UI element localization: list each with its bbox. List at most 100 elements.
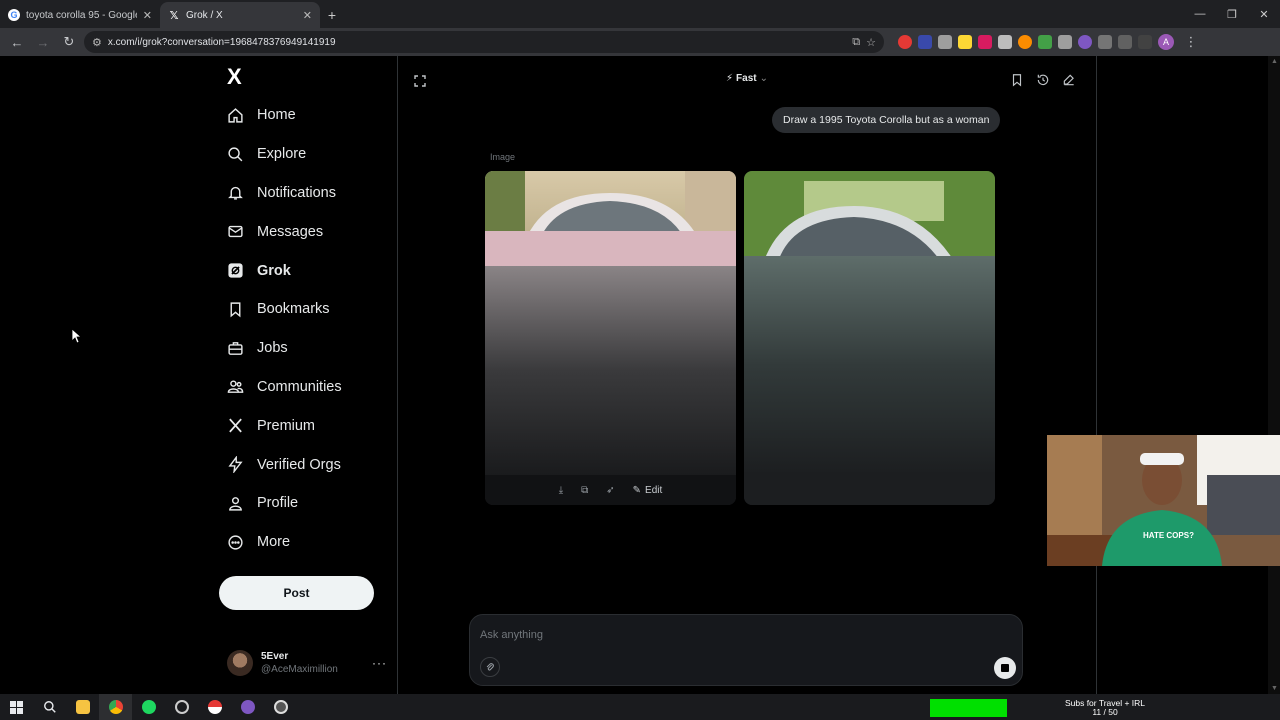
more-horizontal-icon[interactable]: ··· — [372, 656, 387, 670]
extension-icon[interactable] — [1058, 35, 1072, 49]
post-button[interactable]: Post — [219, 576, 374, 610]
sidebar-item-messages[interactable]: Messages — [215, 212, 397, 251]
menu-kebab-icon[interactable]: ⋮ — [1180, 31, 1202, 53]
extension-icon[interactable] — [958, 35, 972, 49]
restore-icon[interactable]: ❐ — [1216, 0, 1248, 28]
generated-image-card[interactable] — [744, 171, 995, 505]
x-logo-icon[interactable]: X — [227, 64, 242, 90]
sidebar-item-profile[interactable]: Profile — [215, 484, 397, 523]
edit-image-button[interactable]: ✎ Edit — [633, 485, 663, 496]
sidebar-item-label: Notifications — [257, 184, 336, 201]
scroll-down-icon[interactable]: ▼ — [1271, 685, 1278, 692]
new-chat-icon[interactable] — [1062, 73, 1076, 92]
extension-icon[interactable] — [898, 35, 912, 49]
sidebar-item-bookmarks[interactable]: Bookmarks — [215, 290, 397, 329]
model-label: Fast — [736, 73, 757, 84]
sidebar-item-more[interactable]: More — [215, 523, 397, 562]
sidebar-item-label: Messages — [257, 223, 324, 240]
tab-title: Grok / X — [186, 9, 223, 21]
sidebar-item-verified-orgs[interactable]: Verified Orgs — [215, 445, 397, 484]
extension-icon[interactable] — [1078, 35, 1092, 49]
browser-tab-bar: G toyota corolla 95 - Google Sea ✕ 𝕏 Gro… — [0, 0, 1280, 28]
avatar — [227, 650, 253, 676]
reload-icon[interactable]: ↻ — [58, 31, 80, 53]
close-icon[interactable]: ✕ — [143, 9, 152, 22]
extension-icon[interactable] — [998, 35, 1012, 49]
close-window-icon[interactable]: ✕ — [1248, 0, 1280, 28]
profile-avatar-icon[interactable]: A — [1158, 34, 1174, 50]
chrome-icon[interactable] — [99, 694, 132, 720]
generated-car-image — [744, 171, 995, 505]
history-icon[interactable] — [1036, 73, 1050, 92]
extension-icon[interactable] — [1098, 35, 1112, 49]
tab-google-search[interactable]: G toyota corolla 95 - Google Sea ✕ — [0, 2, 160, 28]
sidebar-item-label: Explore — [257, 146, 307, 163]
more-circle-icon — [227, 534, 244, 551]
lightning-icon — [227, 456, 244, 474]
window-controls: — ❐ ✕ — [1184, 0, 1280, 28]
expand-icon[interactable] — [414, 74, 426, 92]
file-explorer-icon[interactable] — [66, 694, 99, 720]
sidebar-item-explore[interactable]: Explore — [215, 135, 397, 174]
sidebar-item-notifications[interactable]: Notifications — [215, 174, 397, 213]
discord-icon[interactable] — [231, 694, 264, 720]
sidebar-item-jobs[interactable]: Jobs — [215, 329, 397, 368]
download-icon[interactable]: ⤓ — [559, 485, 563, 496]
copy-icon[interactable]: ⧉ — [581, 485, 588, 496]
sidebar-item-home[interactable]: Home — [215, 96, 397, 135]
share-icon[interactable]: ➶ — [606, 485, 614, 496]
url-text: x.com/i/grok?conversation=19684783769491… — [107, 36, 336, 48]
windows-start-icon[interactable] — [0, 694, 33, 720]
sidebar-item-label: Profile — [257, 495, 299, 512]
grok-icon — [227, 262, 244, 279]
home-icon — [227, 107, 244, 124]
extension-icon[interactable] — [1018, 35, 1032, 49]
bell-icon — [227, 184, 244, 201]
extension-icon[interactable] — [1038, 35, 1052, 49]
ask-input[interactable] — [480, 625, 980, 645]
edit-label: Edit — [645, 484, 663, 496]
new-tab-button[interactable]: + — [320, 2, 344, 28]
puzzle-icon[interactable] — [1118, 35, 1132, 49]
image-label: Image — [490, 152, 516, 162]
account-switcher[interactable]: 5Ever @AceMaximillion ··· — [227, 648, 387, 678]
extension-icon[interactable] — [978, 35, 992, 49]
site-info-icon[interactable]: ⚙ — [92, 36, 102, 49]
account-text: 5Ever @AceMaximillion — [261, 650, 338, 676]
tab-title: toyota corolla 95 - Google Sea — [26, 9, 137, 21]
extension-icon[interactable] — [918, 35, 932, 49]
sidebar-item-label: Jobs — [257, 340, 288, 357]
streamer-webcam-image: HATE COPS? — [1047, 435, 1280, 566]
pokeball-icon[interactable] — [198, 694, 231, 720]
side-panel-icon[interactable] — [1138, 35, 1152, 49]
sidebar-item-communities[interactable]: Communities — [215, 368, 397, 407]
model-selector[interactable]: ⚡ Fast ⌄ — [726, 73, 768, 84]
sidebar-item-label: Grok — [257, 262, 291, 279]
sidebar-item-label: Bookmarks — [257, 301, 330, 318]
extension-icon[interactable] — [938, 35, 952, 49]
search-icon — [227, 146, 244, 163]
address-bar[interactable]: ⚙ x.com/i/grok?conversation=196847837694… — [84, 31, 884, 53]
chevron-down-icon: ⌄ — [759, 73, 768, 84]
scroll-up-icon[interactable]: ▲ — [1271, 58, 1278, 65]
back-icon[interactable]: ← — [6, 31, 28, 53]
bookmark-icon[interactable] — [1010, 73, 1024, 92]
page-scrollbar[interactable]: ▲ ▼ — [1268, 56, 1280, 694]
spotify-icon[interactable] — [132, 694, 165, 720]
forward-icon[interactable]: → — [32, 31, 54, 53]
close-icon[interactable]: ✕ — [303, 9, 312, 22]
minimize-icon[interactable]: — — [1184, 0, 1216, 28]
sidebar-item-grok[interactable]: Grok — [215, 251, 397, 290]
obs-icon[interactable] — [264, 694, 297, 720]
subs-count: 11 / 50 — [1092, 707, 1118, 717]
generated-image-card[interactable]: ⤓ ⧉ ➶ ✎ Edit — [485, 171, 736, 505]
sidebar-item-premium[interactable]: Premium — [215, 406, 397, 445]
attach-icon[interactable] — [480, 657, 500, 677]
stop-generation-button[interactable] — [994, 657, 1016, 679]
google-g-icon: G — [8, 9, 20, 21]
star-icon[interactable]: ☆ — [866, 36, 876, 49]
tab-grok[interactable]: 𝕏 Grok / X ✕ — [160, 2, 320, 28]
search-icon[interactable] — [33, 694, 66, 720]
install-app-icon[interactable]: ⧉ — [852, 36, 860, 49]
app-icon[interactable] — [165, 694, 198, 720]
